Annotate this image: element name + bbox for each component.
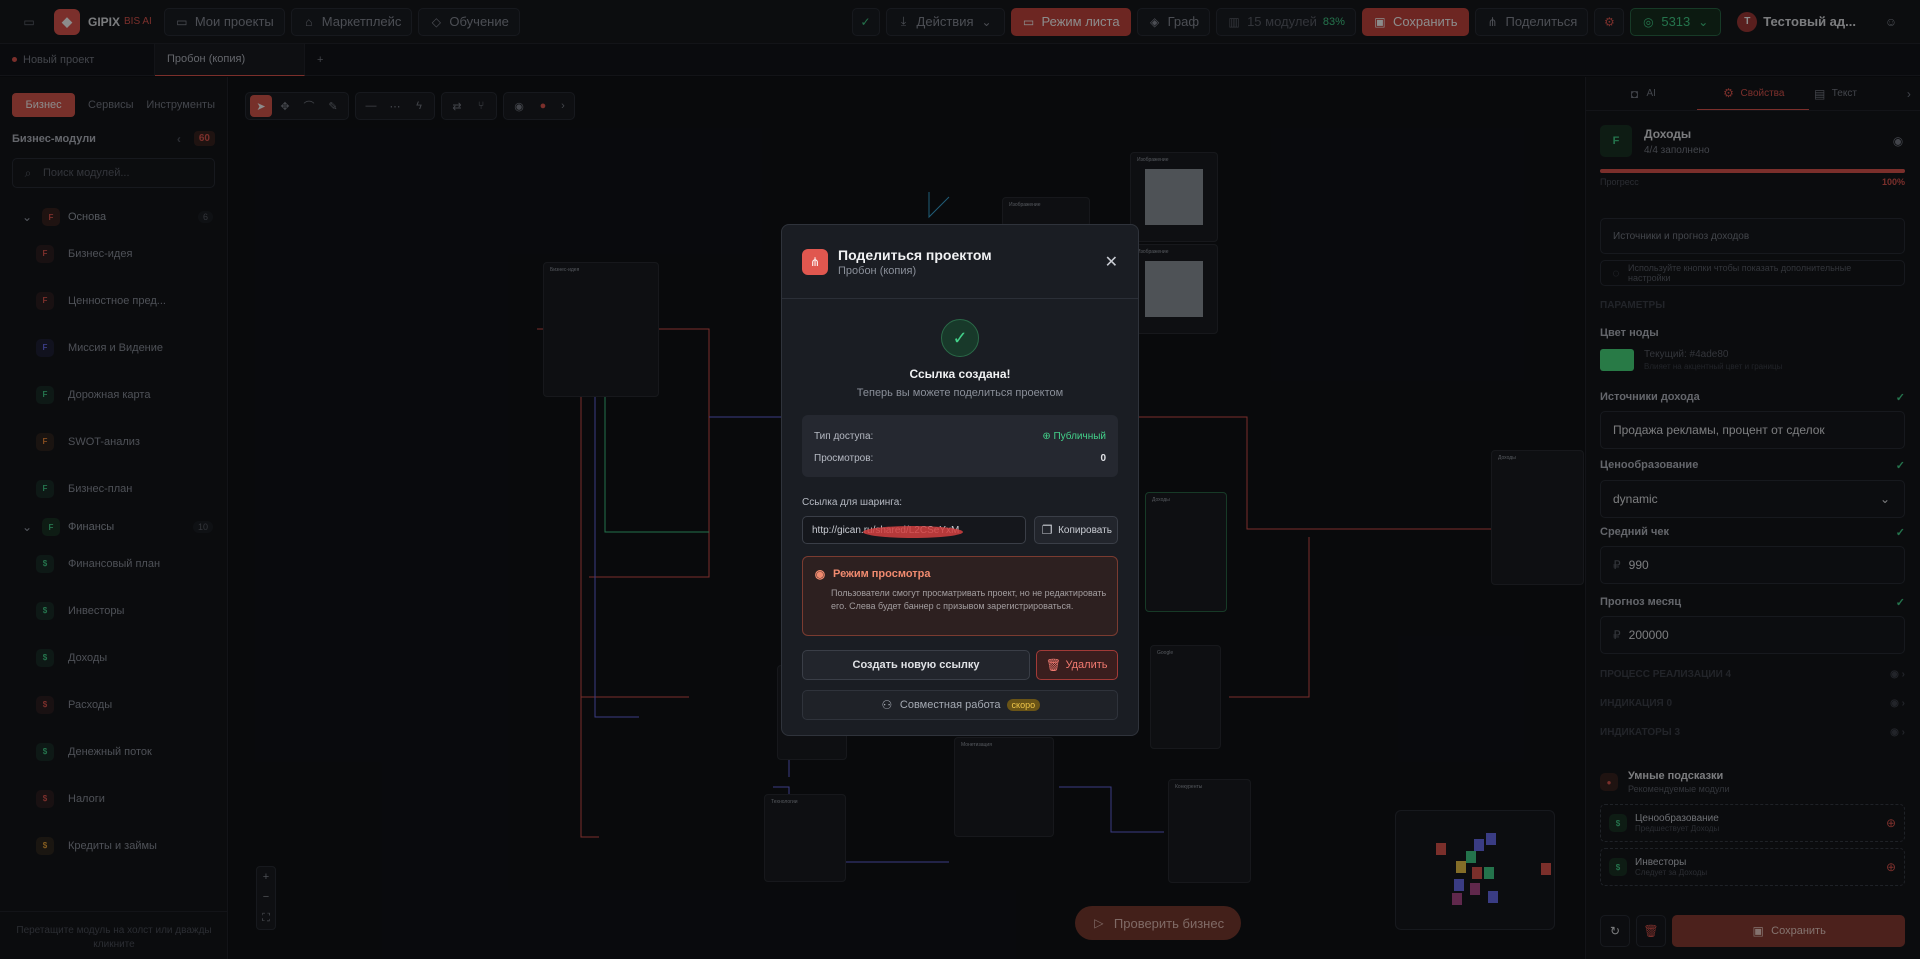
views-row: Просмотров: 0 <box>814 447 1106 469</box>
success-subtitle: Теперь вы можете поделиться проектом <box>856 387 1064 399</box>
dialog-title: Поделиться проектом <box>838 246 992 263</box>
access-label: Тип доступа: <box>814 430 874 442</box>
view-mode-title: Режим просмотра <box>833 568 931 580</box>
copy-icon: ❐ <box>1041 523 1053 537</box>
share-icon: ⋔ <box>802 248 828 275</box>
copy-label: Копировать <box>1058 524 1112 536</box>
success-title: Ссылка создана! <box>909 367 1011 381</box>
users-icon: ⚇ <box>881 698 893 712</box>
globe-icon: ⊕ <box>1042 430 1051 442</box>
redaction-scribble <box>863 526 963 538</box>
access-value: ⊕ Публичный <box>1042 431 1106 442</box>
close-icon[interactable]: ✕ <box>1105 252 1118 272</box>
delete-label: Удалить <box>1065 659 1108 671</box>
dialog-subtitle: Пробон (копия) <box>838 264 917 277</box>
view-mode-desc: Пользователи смогут просматривать проект… <box>831 588 1107 611</box>
collab-label: Совместная работа <box>899 699 1001 711</box>
share-link-input[interactable]: http://gican.ru/shared/L2CSeYxM <box>802 516 1026 544</box>
trash-icon: 🗑 <box>1045 658 1062 672</box>
access-info: Тип доступа: ⊕ Публичный Просмотров: 0 <box>802 415 1118 477</box>
access-row: Тип доступа: ⊕ Публичный <box>814 425 1106 447</box>
copy-link-button[interactable]: ❐ Копировать <box>1034 516 1118 544</box>
link-label: Ссылка для шаринга: <box>802 497 903 508</box>
delete-link-button[interactable]: 🗑 Удалить <box>1036 650 1118 680</box>
app-root: ▭ ◆ GIPIX BIS AI ▭ Мои проекты ⌂ Маркетпле… <box>0 0 1920 959</box>
view-mode-notice: ◉ Режим просмотра Пользователи смогут про… <box>802 556 1118 636</box>
share-dialog-header: ⋔ Поделиться проектом Пробон (копия) ✕ <box>782 225 1138 299</box>
views-label: Просмотров: <box>814 452 874 464</box>
access-value-text: Публичный <box>1053 430 1106 442</box>
views-value: 0 <box>1100 452 1106 464</box>
share-dialog: ⋔ Поделиться проектом Пробон (копия) ✕ ✓… <box>781 224 1139 736</box>
success-check-icon: ✓ <box>941 319 979 357</box>
soon-badge: скоро <box>1006 699 1041 711</box>
dialog-actions: Создать новую ссылку 🗑 Удалить <box>802 650 1118 680</box>
eye-icon: ◉ <box>814 567 826 581</box>
new-link-button[interactable]: Создать новую ссылку <box>802 650 1030 680</box>
link-row: http://gican.ru/shared/L2CSeYxM ❐ Копиров… <box>802 516 1118 544</box>
collaboration-button[interactable]: ⚇ Совместная работа скоро <box>802 690 1118 720</box>
